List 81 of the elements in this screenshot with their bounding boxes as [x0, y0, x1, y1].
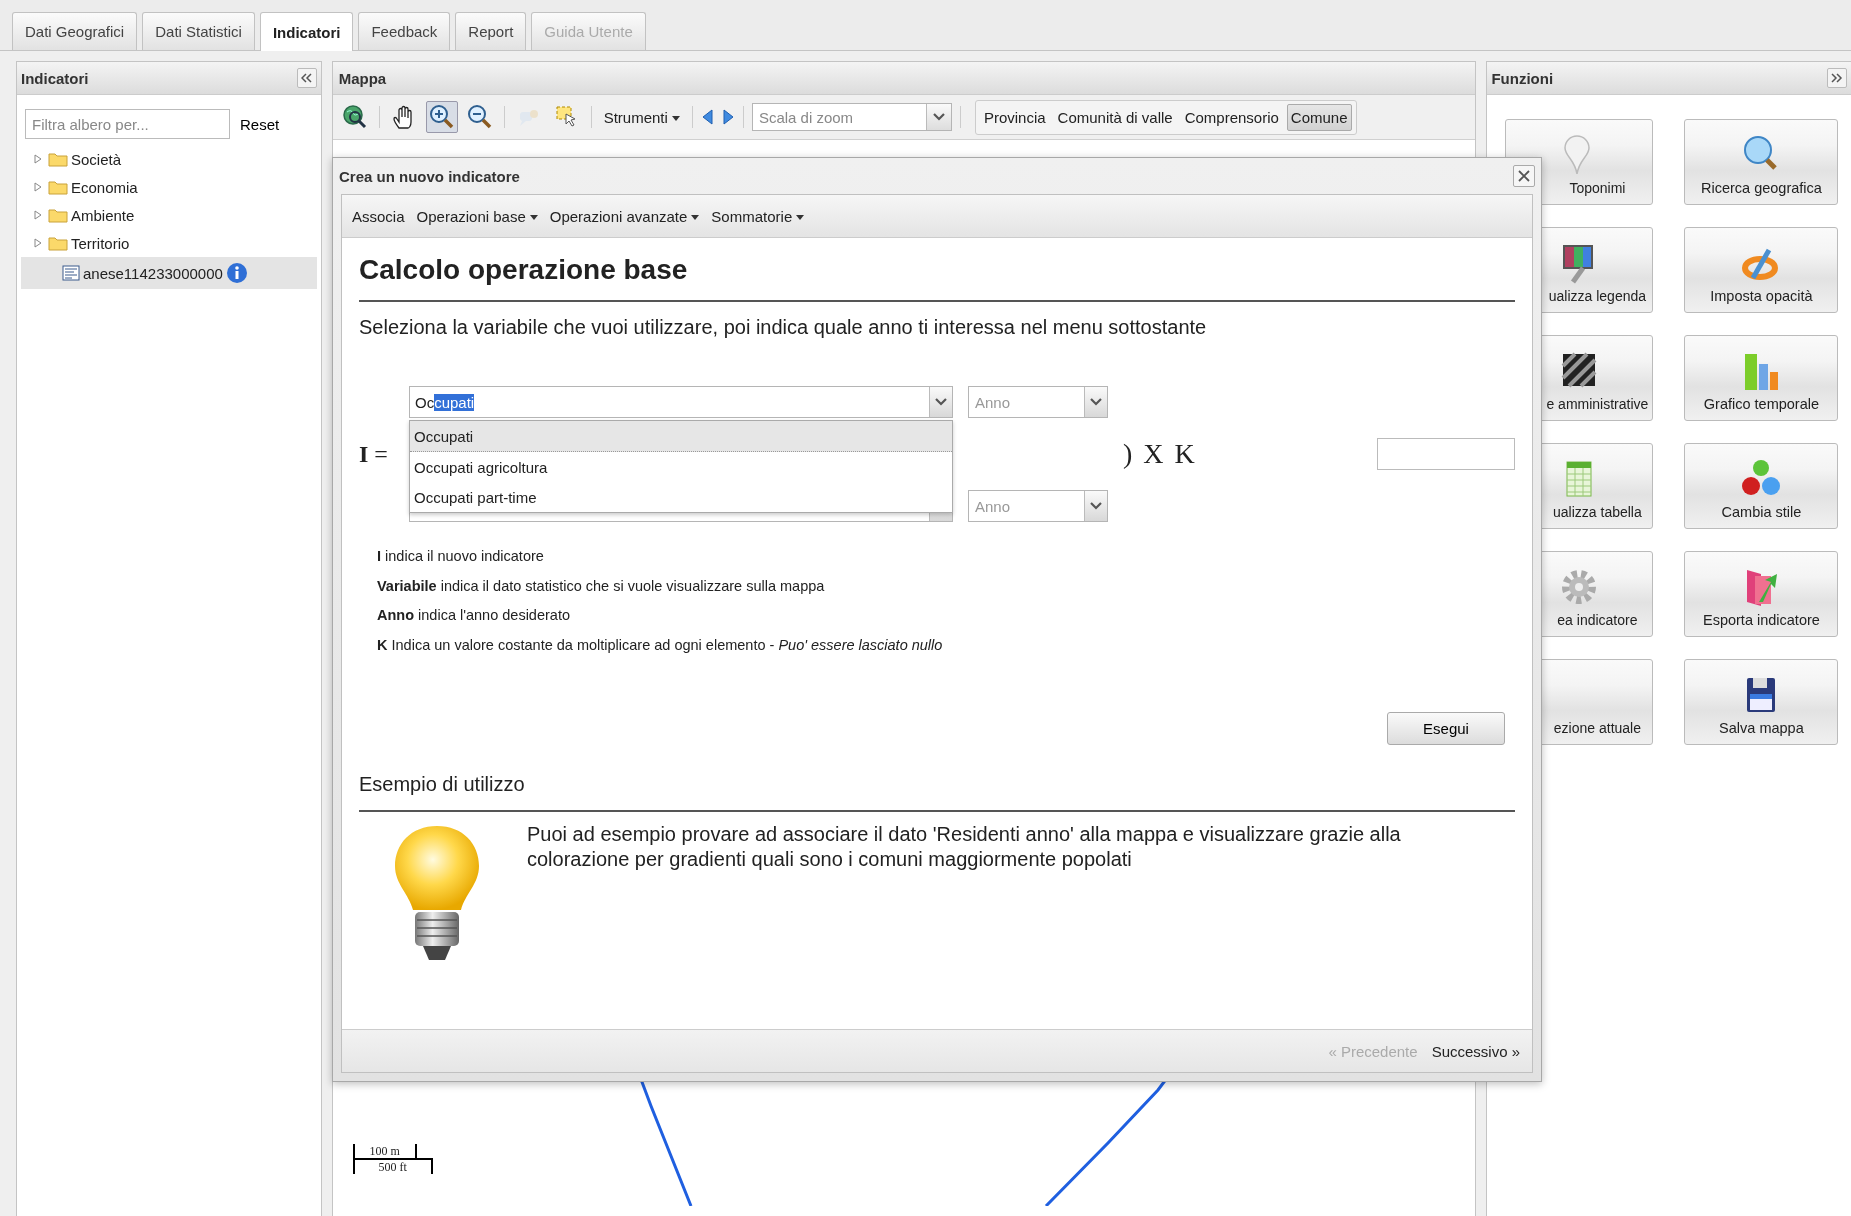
formula-label: ) X K [1123, 438, 1198, 470]
menu-item[interactable]: Associa [348, 204, 409, 228]
menu-item[interactable]: Operazioni base [412, 204, 542, 228]
folder-icon [48, 235, 68, 251]
next-button[interactable]: Successivo » [1429, 1040, 1522, 1062]
dropdown-option[interactable]: Occupati [410, 421, 952, 452]
k-value-field[interactable] [1377, 438, 1515, 470]
layer-icon [62, 265, 80, 281]
dialog-title: Crea un nuovo indicatore [339, 167, 520, 185]
arrow-right-icon[interactable] [720, 108, 735, 126]
panel-title: Funzioni [1491, 69, 1554, 87]
instruction-text: Seleziona la variabile che vuoi utilizzare, poi indica quale anno ti interessa nel menu sottostante [359, 315, 1208, 340]
tools-menu-button[interactable]: Strumenti [599, 106, 684, 128]
year-combo[interactable]: Anno [968, 386, 1108, 418]
function-button[interactable]: Grafico temporale [1684, 335, 1839, 421]
level-button[interactable]: Comune [1286, 103, 1352, 131]
tree-item-label[interactable]: Economia [71, 178, 138, 196]
function-button[interactable]: Esporta indicatore [1684, 551, 1839, 637]
double-chevron-right-icon [1831, 73, 1843, 83]
scale-label: 100 m [352, 1144, 417, 1158]
chevron-down-icon [1090, 502, 1102, 510]
zoom-scale-combo[interactable]: Scala di zoom [751, 103, 952, 131]
chevron-down-icon [1090, 398, 1102, 406]
dialog-heading: Calcolo operazione base [359, 238, 1515, 302]
reset-button[interactable]: Reset [236, 113, 284, 135]
example-text: Puoi ad esempio provare ad associare il dato 'Residenti anno' alla mappa e visualizzare grazie alla colorazione per gradienti quali sono i comuni maggiormente popolati [527, 822, 1402, 872]
level-button[interactable]: Comprensorio [1180, 103, 1283, 131]
panel-title: Indicatori [21, 69, 89, 87]
variable-combo[interactable]: Occupati [409, 386, 953, 418]
level-button[interactable]: Provincia [979, 103, 1050, 131]
tab[interactable]: Feedback [358, 12, 451, 50]
tab[interactable]: Dati Statistici [142, 12, 255, 50]
arrow-left-icon[interactable] [700, 108, 715, 126]
legend-text: I indica il nuovo indicatore [377, 548, 544, 564]
collapsed-arrow-icon[interactable] [34, 154, 42, 164]
double-chevron-left-icon [300, 73, 313, 83]
panel-title: Mappa [338, 69, 387, 87]
tree-item-label[interactable]: anese114233000000 [83, 264, 223, 282]
chevron-down-icon [935, 398, 947, 406]
collapsed-arrow-icon[interactable] [34, 238, 42, 248]
year-combo[interactable]: Anno [968, 490, 1108, 522]
run-button[interactable]: Esegui [1387, 712, 1505, 745]
tree-item-label[interactable]: Ambiente [71, 206, 135, 224]
legend-text: Anno indica l'anno desiderato [377, 607, 570, 623]
caret-icon [691, 215, 700, 221]
function-button[interactable]: Salva mappa [1684, 659, 1839, 745]
tab[interactable]: Dati Geografici [12, 12, 138, 50]
menu-item[interactable]: Sommatorie [707, 204, 809, 228]
function-button[interactable]: Ricerca geografica [1684, 119, 1839, 205]
section-heading: Esempio di utilizzo [359, 773, 1515, 812]
collapsed-arrow-icon[interactable] [34, 210, 42, 220]
legend-text: K Indica un valore costante da moltiplicare ad ogni elemento - Puo' essere lasciato nullo [377, 636, 943, 653]
function-button[interactable]: Imposta opacità [1684, 227, 1839, 313]
tree-item-label[interactable]: Società [71, 150, 122, 168]
collapse-button[interactable] [296, 68, 317, 88]
folder-icon [48, 207, 68, 223]
close-button[interactable] [1513, 165, 1535, 187]
tab[interactable]: Report [455, 12, 527, 50]
folder-icon [48, 179, 68, 195]
close-icon [1518, 170, 1530, 182]
tree-item-label[interactable]: Territorio [71, 234, 130, 252]
scale-label: 500 ft [352, 1158, 433, 1174]
formula-label: I = [359, 440, 389, 468]
caret-icon [529, 215, 538, 221]
collapse-button[interactable] [1827, 68, 1847, 88]
info-icon[interactable] [225, 262, 248, 284]
folder-icon [48, 151, 68, 167]
tree-item-highlight[interactable]: anese114233000000 [21, 257, 317, 289]
menu-item[interactable]: Operazioni avanzate [545, 204, 704, 228]
level-button[interactable]: Comunità di valle [1053, 103, 1177, 131]
dropdown-option[interactable]: Occupati part-time [410, 482, 952, 512]
chevron-down-icon [932, 113, 945, 121]
caret-icon [796, 215, 805, 221]
caret-icon [671, 116, 680, 122]
legend-text: Variabile indica il dato statistico che si vuole visualizzare sulla mappa [377, 577, 825, 594]
dropdown-option[interactable]: Occupati agricoltura [410, 452, 952, 482]
collapsed-arrow-icon[interactable] [34, 182, 42, 192]
function-button[interactable]: Cambia stile [1684, 443, 1839, 529]
zoom-in-icon[interactable] [425, 101, 458, 133]
tab[interactable]: Indicatori [259, 12, 354, 51]
filter-field[interactable]: Filtra albero per... [25, 109, 230, 139]
